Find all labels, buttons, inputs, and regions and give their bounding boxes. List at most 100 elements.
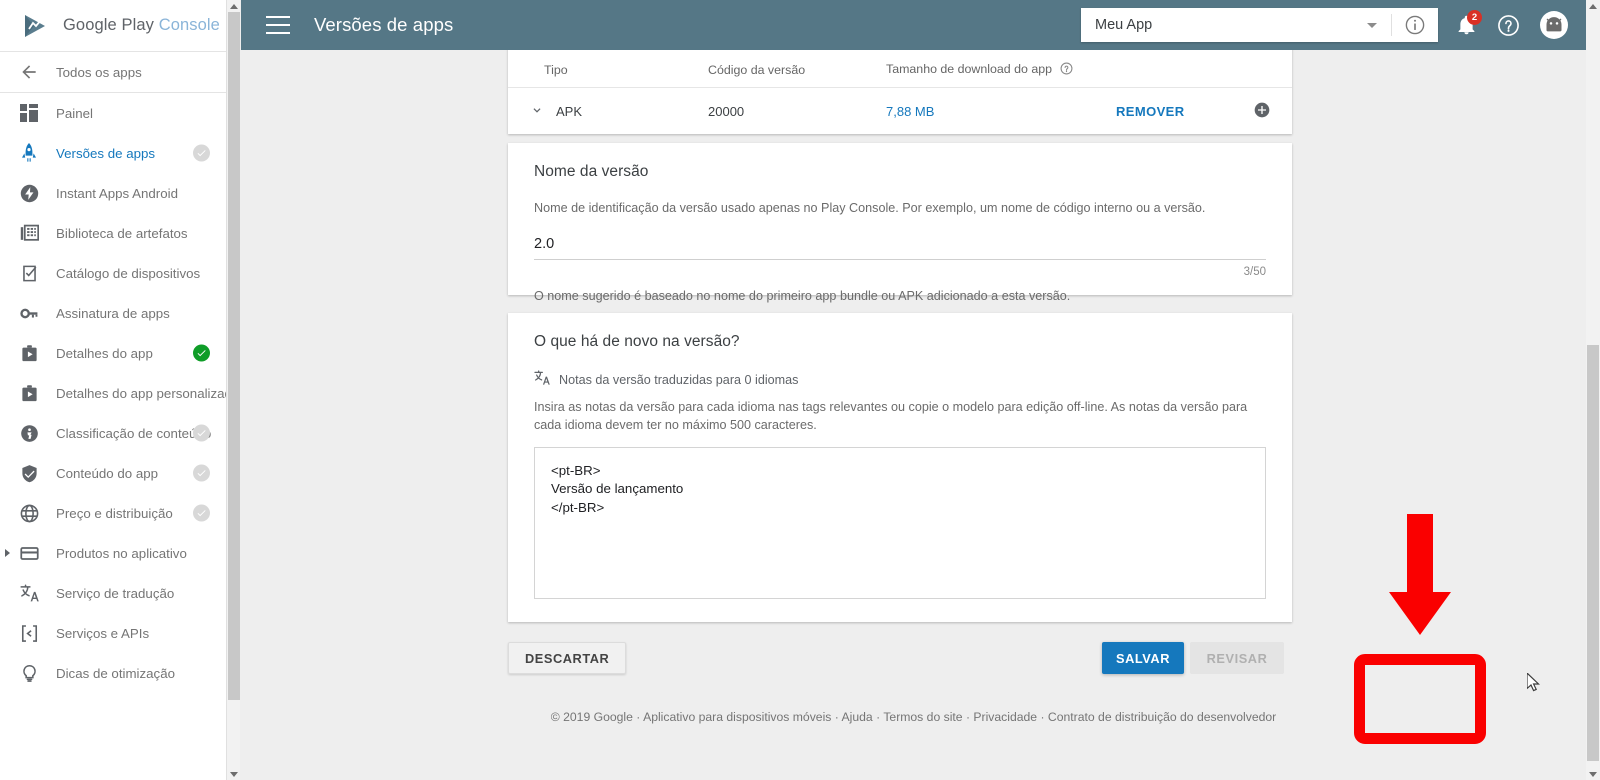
sidebar-item-preco-e-distribuicao-label: Preço e distribuição bbox=[56, 505, 173, 521]
release-notes-textarea[interactable]: <pt-BR> Versão de lançamento </pt-BR> bbox=[534, 446, 1266, 599]
chevron-right-icon[interactable] bbox=[5, 549, 10, 557]
form-action-bar: DESCARTAR SALVAR REVISAR bbox=[508, 635, 1292, 687]
card-icon bbox=[18, 542, 40, 564]
sidebar-scrollbar[interactable] bbox=[226, 0, 240, 780]
table-header-row: Tipo Código da versão Tamanho de downloa… bbox=[508, 50, 1292, 88]
sidebar-scroll-up-arrow-icon[interactable] bbox=[227, 0, 241, 12]
brand-logo-primary: Google Play bbox=[63, 16, 154, 34]
sidebar-item-catalogo-de-dispositivos-label: Catálogo de dispositivos bbox=[56, 265, 201, 281]
sidebar-item-classificacao-de-conteudo[interactable]: Classificação de conteúdo bbox=[0, 413, 226, 453]
app-selector-value: Meu App bbox=[1095, 17, 1153, 33]
sidebar-item-dicas-de-otimizacao[interactable]: Dicas de otimização bbox=[0, 653, 226, 693]
app-selector[interactable]: Meu App bbox=[1081, 8, 1438, 42]
discard-button[interactable]: DESCARTAR bbox=[508, 642, 627, 674]
red-highlight-rectangle-annotation bbox=[1354, 654, 1486, 744]
status-check-icon bbox=[193, 504, 210, 522]
sidebar-item-versoes-de-apps-label: Versões de apps bbox=[56, 145, 156, 161]
sidebar-item-catalogo-de-dispositivos[interactable]: Catálogo de dispositivos bbox=[0, 253, 226, 293]
col-header-type: Tipo bbox=[544, 63, 568, 77]
top-app-bar: Versões de apps Meu App 2 bbox=[241, 0, 1586, 50]
translate-icon bbox=[534, 370, 550, 389]
version-name-description: Nome de identificação da versão usado ap… bbox=[534, 201, 1206, 215]
artifacts-table: Tipo Código da versão Tamanho de downloa… bbox=[508, 50, 1292, 135]
sidebar-item-instant-apps-android[interactable]: Instant Apps Android bbox=[0, 173, 226, 213]
col-header-download-size-label: Tamanho de download do app bbox=[886, 62, 1053, 76]
status-check-icon bbox=[193, 344, 210, 362]
add-artifact-button[interactable] bbox=[1229, 87, 1292, 135]
sidebar-item-versoes-de-apps[interactable]: Versões de apps bbox=[0, 133, 226, 173]
page-scroll-down-arrow-icon[interactable] bbox=[1586, 768, 1600, 780]
sidebar-item-instant-apps-android-label: Instant Apps Android bbox=[56, 185, 178, 201]
globe-icon bbox=[18, 502, 40, 524]
key-icon bbox=[18, 302, 40, 324]
api-icon bbox=[18, 622, 40, 644]
artifacts-card: Tipo Código da versão Tamanho de downloa… bbox=[508, 50, 1292, 135]
android-avatar-icon bbox=[1540, 11, 1568, 39]
sidebar-item-servicos-e-apis[interactable]: Serviços e APIs bbox=[0, 613, 226, 653]
instant-apps-icon bbox=[18, 182, 40, 204]
page-scrollbar-thumb[interactable] bbox=[1587, 345, 1599, 761]
col-header-download-size: Tamanho de download do app bbox=[886, 50, 1116, 88]
info-circle-icon[interactable] bbox=[1392, 14, 1438, 36]
sidebar-item-produtos-no-aplicativo[interactable]: Produtos no aplicativo bbox=[0, 533, 226, 573]
sidebar-item-dicas-de-otimizacao-label: Dicas de otimização bbox=[56, 665, 175, 681]
sidebar-item-assinatura-de-apps-label: Assinatura de apps bbox=[56, 305, 170, 321]
plus-circle-icon bbox=[1254, 102, 1270, 118]
status-check-icon bbox=[193, 424, 210, 442]
chevron-down-icon[interactable] bbox=[530, 103, 544, 120]
store-listing-icon bbox=[18, 382, 40, 404]
sidebar-item-detalhes-do-app-personalizados[interactable]: Detalhes do app personalizados bbox=[0, 373, 226, 413]
col-header-add bbox=[1229, 50, 1292, 88]
help-circle-icon bbox=[1497, 14, 1519, 36]
arrow-left-icon bbox=[18, 61, 40, 83]
store-listing-icon bbox=[18, 342, 40, 364]
sidebar-item-servico-de-traducao[interactable]: Serviço de tradução bbox=[0, 573, 226, 613]
page-title: Versões de apps bbox=[314, 14, 454, 35]
content-rating-icon bbox=[18, 422, 40, 444]
table-row: APK 20000 7,88 MB REMOVER bbox=[508, 87, 1292, 135]
col-header-action bbox=[1116, 50, 1229, 88]
version-name-hint: O nome sugerido é baseado no nome do pri… bbox=[534, 289, 1071, 304]
chevron-down-icon[interactable] bbox=[1367, 22, 1377, 28]
dashboard-icon bbox=[18, 102, 40, 124]
sidebar-item-assinatura-de-apps[interactable]: Assinatura de apps bbox=[0, 293, 226, 333]
sidebar-item-detalhes-do-app[interactable]: Detalhes do app bbox=[0, 333, 226, 373]
sidebar-item-servico-de-traducao-label: Serviço de tradução bbox=[56, 585, 175, 601]
help-button[interactable] bbox=[1488, 0, 1528, 50]
hamburger-menu-icon[interactable] bbox=[266, 16, 290, 34]
cell-type-value: APK bbox=[556, 104, 583, 119]
sidebar-item-detalhes-do-app-label: Detalhes do app bbox=[56, 345, 153, 361]
artifact-library-icon bbox=[18, 222, 40, 244]
sidebar-item-all-apps[interactable]: Todos os apps bbox=[0, 52, 226, 93]
status-check-icon bbox=[193, 464, 210, 482]
shield-check-icon bbox=[18, 462, 40, 484]
sidebar-item-painel[interactable]: Painel bbox=[0, 93, 226, 133]
page-scrollbar[interactable] bbox=[1586, 0, 1600, 780]
notifications-button[interactable]: 2 bbox=[1446, 0, 1486, 50]
avatar[interactable] bbox=[1534, 0, 1574, 50]
remove-button[interactable]: REMOVER bbox=[1116, 87, 1230, 135]
whats-new-card: O que há de novo na versão? Notas da ver… bbox=[508, 313, 1292, 622]
version-name-card: Nome da versão Nome de identificação da … bbox=[508, 143, 1292, 303]
sidebar-item-conteudo-do-app[interactable]: Conteúdo do app bbox=[0, 453, 226, 493]
sidebar-scroll-down-arrow-icon[interactable] bbox=[227, 768, 241, 780]
version-name-input[interactable]: 2.0 bbox=[534, 236, 1266, 261]
sidebar-scrollbar-thumb[interactable] bbox=[228, 12, 240, 700]
sidebar-item-servicos-e-apis-label: Serviços e APIs bbox=[56, 625, 150, 641]
col-header-version-code: Código da versão bbox=[708, 63, 806, 77]
save-button[interactable]: SALVAR bbox=[1102, 642, 1184, 674]
cell-download-size[interactable]: 7,88 MB bbox=[886, 87, 1116, 135]
translate-icon bbox=[18, 582, 40, 604]
brand-logo[interactable]: Google Play Console bbox=[0, 0, 226, 52]
notifications-badge: 2 bbox=[1467, 10, 1482, 25]
version-name-title: Nome da versão bbox=[534, 163, 649, 180]
sidebar-item-biblioteca-de-artefatos[interactable]: Biblioteca de artefatos bbox=[0, 213, 226, 253]
sidebar-item-preco-e-distribuicao[interactable]: Preço e distribuição bbox=[0, 493, 226, 533]
rocket-icon bbox=[18, 142, 40, 164]
release-notes-value: <pt-BR> Versão de lançamento </pt-BR> bbox=[551, 462, 684, 515]
page-scroll-up-arrow-icon[interactable] bbox=[1586, 0, 1600, 12]
version-name-counter: 3/50 bbox=[1243, 266, 1266, 279]
sidebar-item-conteudo-do-app-label: Conteúdo do app bbox=[56, 465, 159, 481]
whats-new-description: Insira as notas da versão para cada idio… bbox=[534, 400, 1248, 433]
help-circle-icon[interactable] bbox=[1060, 62, 1073, 78]
